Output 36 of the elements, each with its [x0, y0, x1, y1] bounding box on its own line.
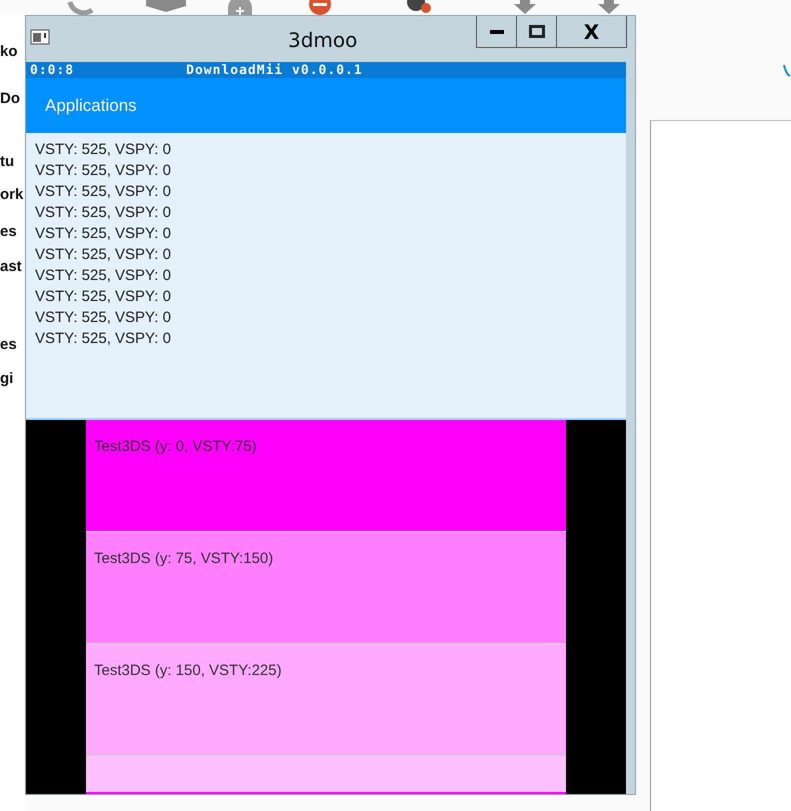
- clock-text: 0:0:8: [30, 62, 74, 78]
- log-line: VSTY: 525, VSPY: 0: [35, 140, 171, 160]
- log-line: VSTY: 525, VSPY: 0: [35, 182, 171, 202]
- item-label: Test3DS (y: 75, VSTY:150): [94, 550, 274, 567]
- window-title: 3dmoo: [288, 28, 358, 52]
- log-line: VSTY: 525, VSPY: 0: [35, 308, 171, 328]
- minimize-icon: [490, 30, 504, 34]
- status-title: DownloadMii v0.0.0.1: [186, 62, 363, 78]
- background-text: es: [0, 336, 17, 353]
- log-line: VSTY: 525, VSPY: 0: [35, 203, 171, 223]
- background-text: ork: [0, 186, 24, 203]
- background-text: ast: [0, 258, 22, 275]
- log-line: VSTY: 525, VSPY: 0: [35, 245, 171, 265]
- log-line: VSTY: 525, VSPY: 0: [35, 287, 171, 307]
- background-text: es: [0, 223, 17, 240]
- list-item[interactable]: Test3DS (y: 150, VSTY:225): [86, 644, 566, 756]
- background-text: ko: [0, 43, 18, 60]
- background-text: gi: [0, 370, 14, 387]
- download-icon[interactable]: [598, 0, 620, 14]
- list-item[interactable]: Test3DS (y: 75, VSTY:150): [86, 532, 566, 644]
- item-label: Test3DS (y: 0, VSTY:75): [94, 438, 257, 455]
- log-line: VSTY: 525, VSPY: 0: [35, 161, 171, 181]
- refresh-icon[interactable]: [68, 1, 94, 15]
- app-icon: [30, 29, 50, 45]
- item-label: Test3DS (y: 150, VSTY:225): [94, 662, 282, 679]
- app-bar-title: Applications: [45, 96, 137, 116]
- list-item[interactable]: Test3DS (y: 0, VSTY:75): [86, 420, 566, 532]
- background-text: Do: [0, 90, 20, 107]
- maximize-icon: [528, 25, 544, 38]
- remove-icon[interactable]: [309, 0, 331, 15]
- log-line: VSTY: 525, VSPY: 0: [35, 329, 171, 349]
- add-icon[interactable]: [228, 0, 252, 15]
- log-line: VSTY: 525, VSPY: 0: [35, 266, 171, 286]
- log-line: VSTY: 525, VSPY: 0: [35, 224, 171, 244]
- download-icon[interactable]: [514, 0, 536, 14]
- background-text: tu: [0, 153, 14, 170]
